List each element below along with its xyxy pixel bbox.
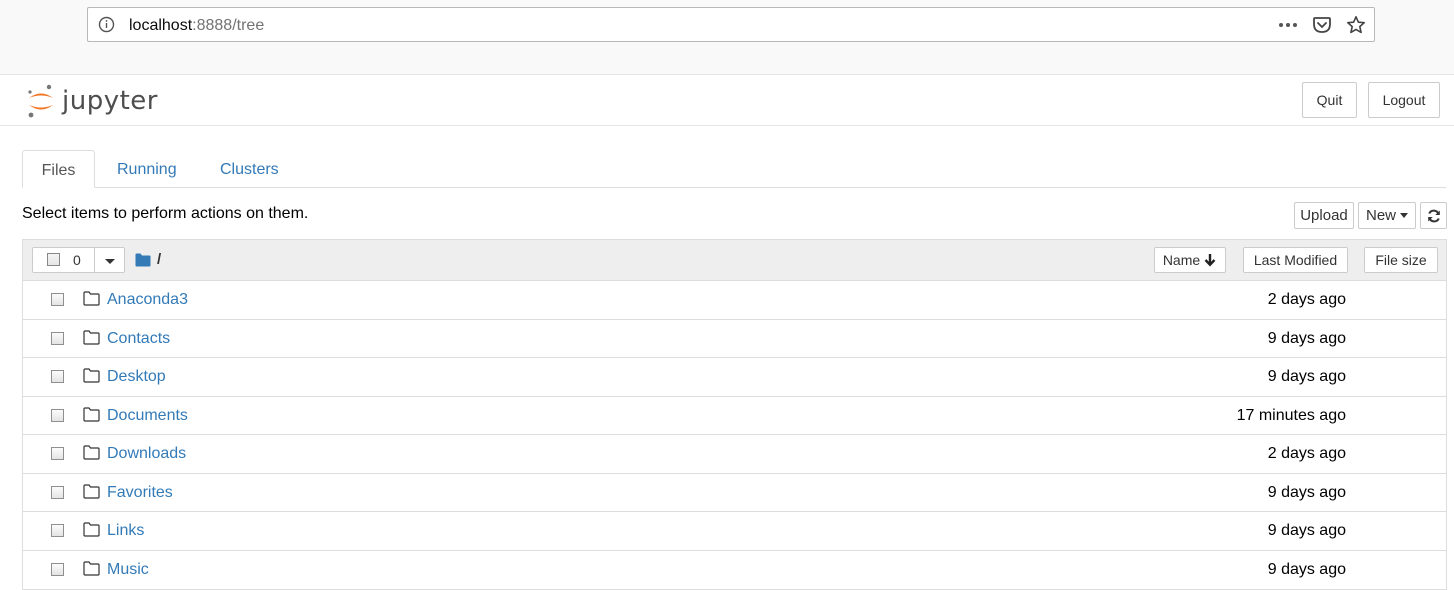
folder-icon [83,483,100,499]
sort-by-size-button[interactable]: File size [1364,247,1438,273]
folder-icon [83,291,100,306]
url-text[interactable]: localhost:8888/tree [129,17,264,35]
pocket-icon[interactable] [1312,15,1332,35]
list-item: Desktop 9 days ago [23,358,1446,397]
item-modified: 9 days ago [1267,522,1346,539]
item-name-link[interactable]: Documents [107,407,188,425]
item-checkbox[interactable] [51,562,64,576]
folder-icon [83,560,100,576]
list-item: Downloads 2 days ago [23,435,1446,474]
breadcrumb: / [135,251,161,268]
jupyter-logo-text: jupyter [62,86,158,116]
arrow-down-icon [1204,254,1216,267]
tab-files[interactable]: Files [22,150,95,188]
caret-down-icon [1400,213,1408,218]
tab-bar: Files Running Clusters [22,150,1446,188]
item-modified: 17 minutes ago [1236,406,1346,424]
breadcrumb-root[interactable]: / [157,251,161,268]
selected-count: 0 [73,252,81,268]
sort-name-label: Name [1162,252,1201,268]
file-list-header: 0 / Name Last Modified File size [23,240,1446,281]
select-divider [94,248,95,272]
url-host: localhost [129,17,193,34]
url-path: :8888/tree [192,17,265,34]
selection-hint: Select items to perform actions on them. [22,205,309,222]
item-name-link[interactable]: Favorites [107,484,173,502]
item-checkbox[interactable] [51,485,64,499]
tab-clusters[interactable]: Clusters [220,150,279,187]
list-item: Music 9 days ago [23,551,1446,590]
new-label: New [1365,207,1396,224]
item-checkbox[interactable] [51,293,64,306]
more-icon[interactable] [1278,22,1298,28]
refresh-button[interactable] [1420,202,1447,229]
item-modified: 9 days ago [1267,483,1346,501]
refresh-icon [1427,209,1440,222]
jupyter-header: jupyter Quit Logout [0,75,1454,126]
new-dropdown-button[interactable]: New [1358,202,1416,229]
select-all-group[interactable]: 0 [32,247,125,273]
jupyter-logo-icon [28,84,53,118]
item-checkbox[interactable] [51,331,64,345]
jupyter-logo[interactable]: jupyter [26,81,158,121]
file-list: 0 / Name Last Modified File size Anacond… [22,239,1447,590]
item-modified: 9 days ago [1267,560,1346,578]
quit-button[interactable]: Quit [1302,82,1357,118]
tab-running[interactable]: Running [117,150,177,187]
item-name-link[interactable]: Anaconda3 [107,291,188,309]
list-item: Contacts 9 days ago [23,320,1446,358]
folder-filled-icon[interactable] [135,253,151,267]
star-icon[interactable] [1346,15,1366,35]
sort-by-modified-button[interactable]: Last Modified [1243,247,1348,273]
item-checkbox[interactable] [51,370,64,383]
item-name-link[interactable]: Music [107,561,149,579]
folder-icon [83,329,100,345]
list-item: Documents 17 minutes ago [23,397,1446,435]
folder-icon [83,406,100,422]
info-icon[interactable] [98,16,115,33]
address-bar[interactable]: localhost:8888/tree [87,7,1375,42]
item-name-link[interactable]: Contacts [107,330,170,348]
item-name-link[interactable]: Links [107,522,144,540]
select-all-checkbox[interactable] [47,253,60,266]
folder-icon [83,445,100,460]
sort-by-name-button[interactable]: Name [1154,247,1226,273]
item-name-link[interactable]: Desktop [107,368,166,386]
item-modified: 2 days ago [1267,445,1346,462]
list-item: Anaconda3 2 days ago [23,281,1446,320]
folder-icon [83,368,100,383]
folder-icon [83,522,100,537]
item-checkbox[interactable] [51,524,64,537]
upload-button[interactable]: Upload [1294,202,1354,229]
list-item: Links 9 days ago [23,512,1446,551]
item-checkbox[interactable] [51,408,64,422]
list-item: Favorites 9 days ago [23,474,1446,512]
item-name-link[interactable]: Downloads [107,445,186,463]
logout-button[interactable]: Logout [1368,82,1440,118]
item-modified: 9 days ago [1267,329,1346,347]
item-modified: 2 days ago [1267,291,1346,308]
item-modified: 9 days ago [1267,368,1346,385]
browser-toolbar: localhost:8888/tree [0,0,1454,75]
item-checkbox[interactable] [51,447,64,460]
select-menu-caret-icon[interactable] [105,259,115,264]
